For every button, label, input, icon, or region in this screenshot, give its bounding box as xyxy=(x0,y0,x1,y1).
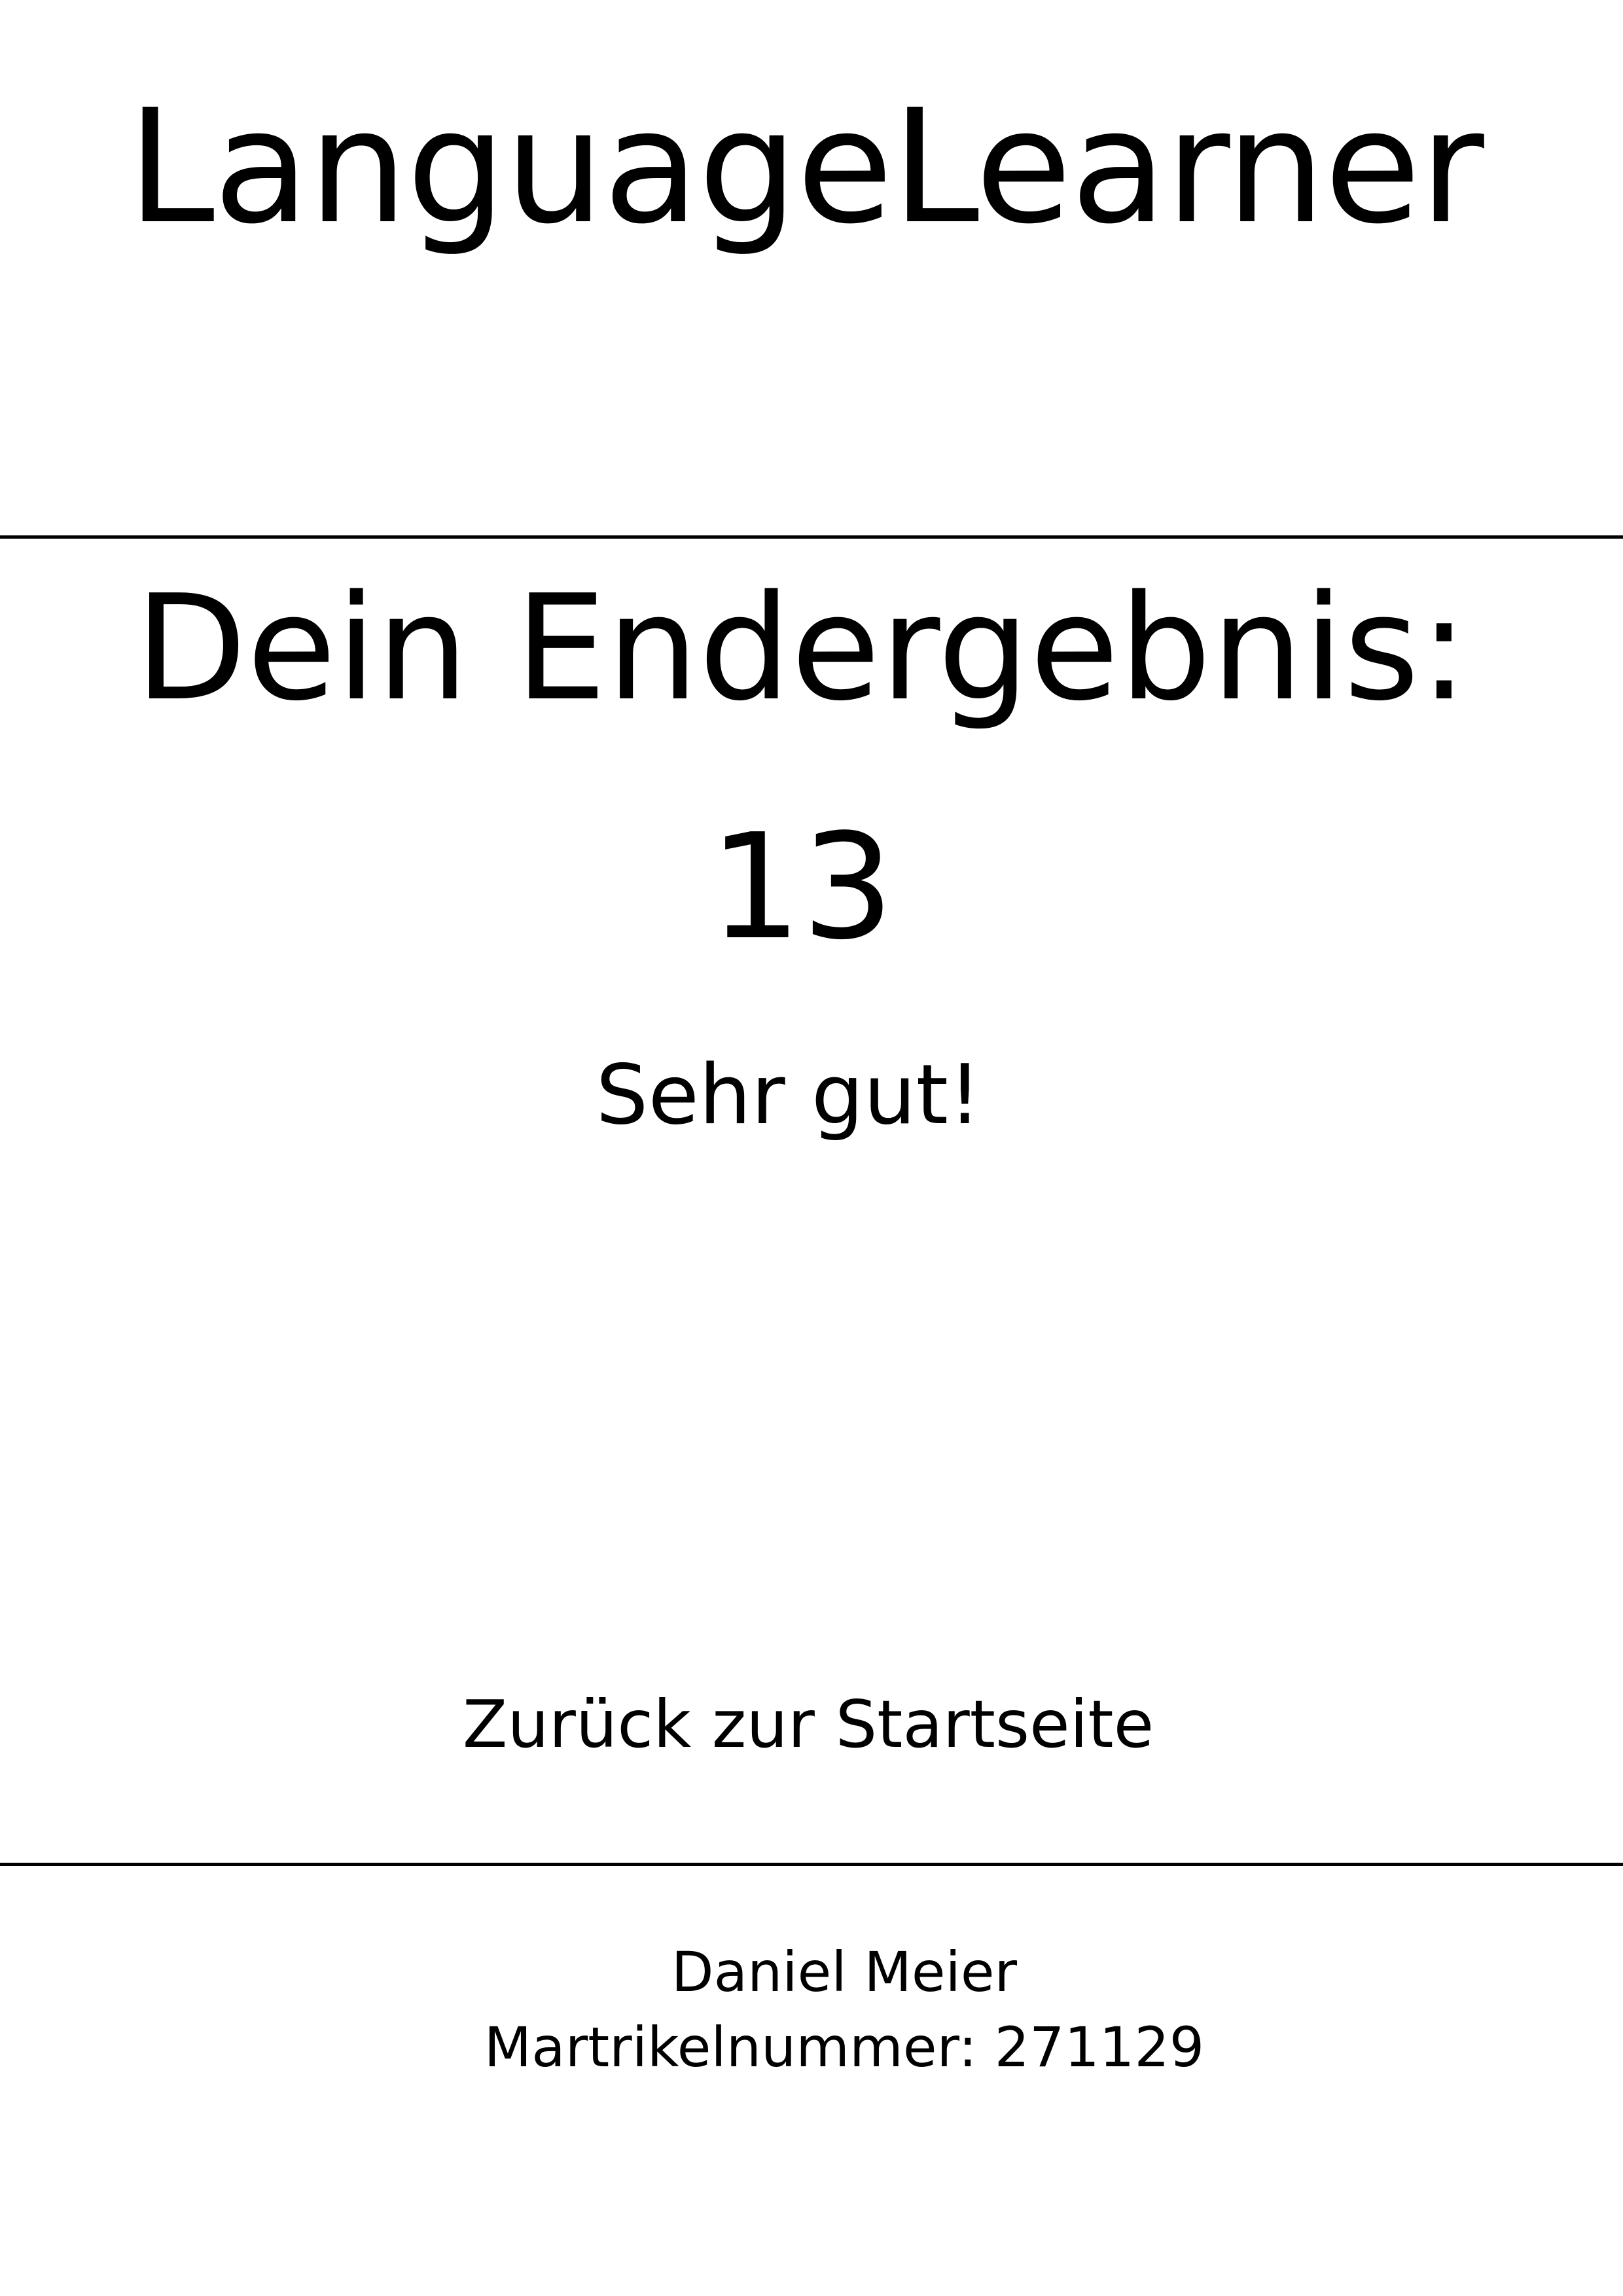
student-id: Martrikelnummer: 271129 xyxy=(484,2015,1205,2079)
back-to-home-link[interactable]: Zurück zur Startseite xyxy=(429,1689,1188,1761)
final-score: 13 xyxy=(709,803,895,972)
student-name: Daniel Meier xyxy=(671,1940,1018,2004)
result-heading: Dein Endergebnis: xyxy=(135,564,1469,733)
app-title: LanguageLearner xyxy=(127,75,1484,259)
page-footer: Daniel Meier Martrikelnummer: 271129 xyxy=(0,1866,1623,2296)
score-feedback: Sehr gut! xyxy=(596,1047,982,1143)
top-divider xyxy=(0,535,1623,539)
page-header: LanguageLearner xyxy=(0,0,1623,537)
